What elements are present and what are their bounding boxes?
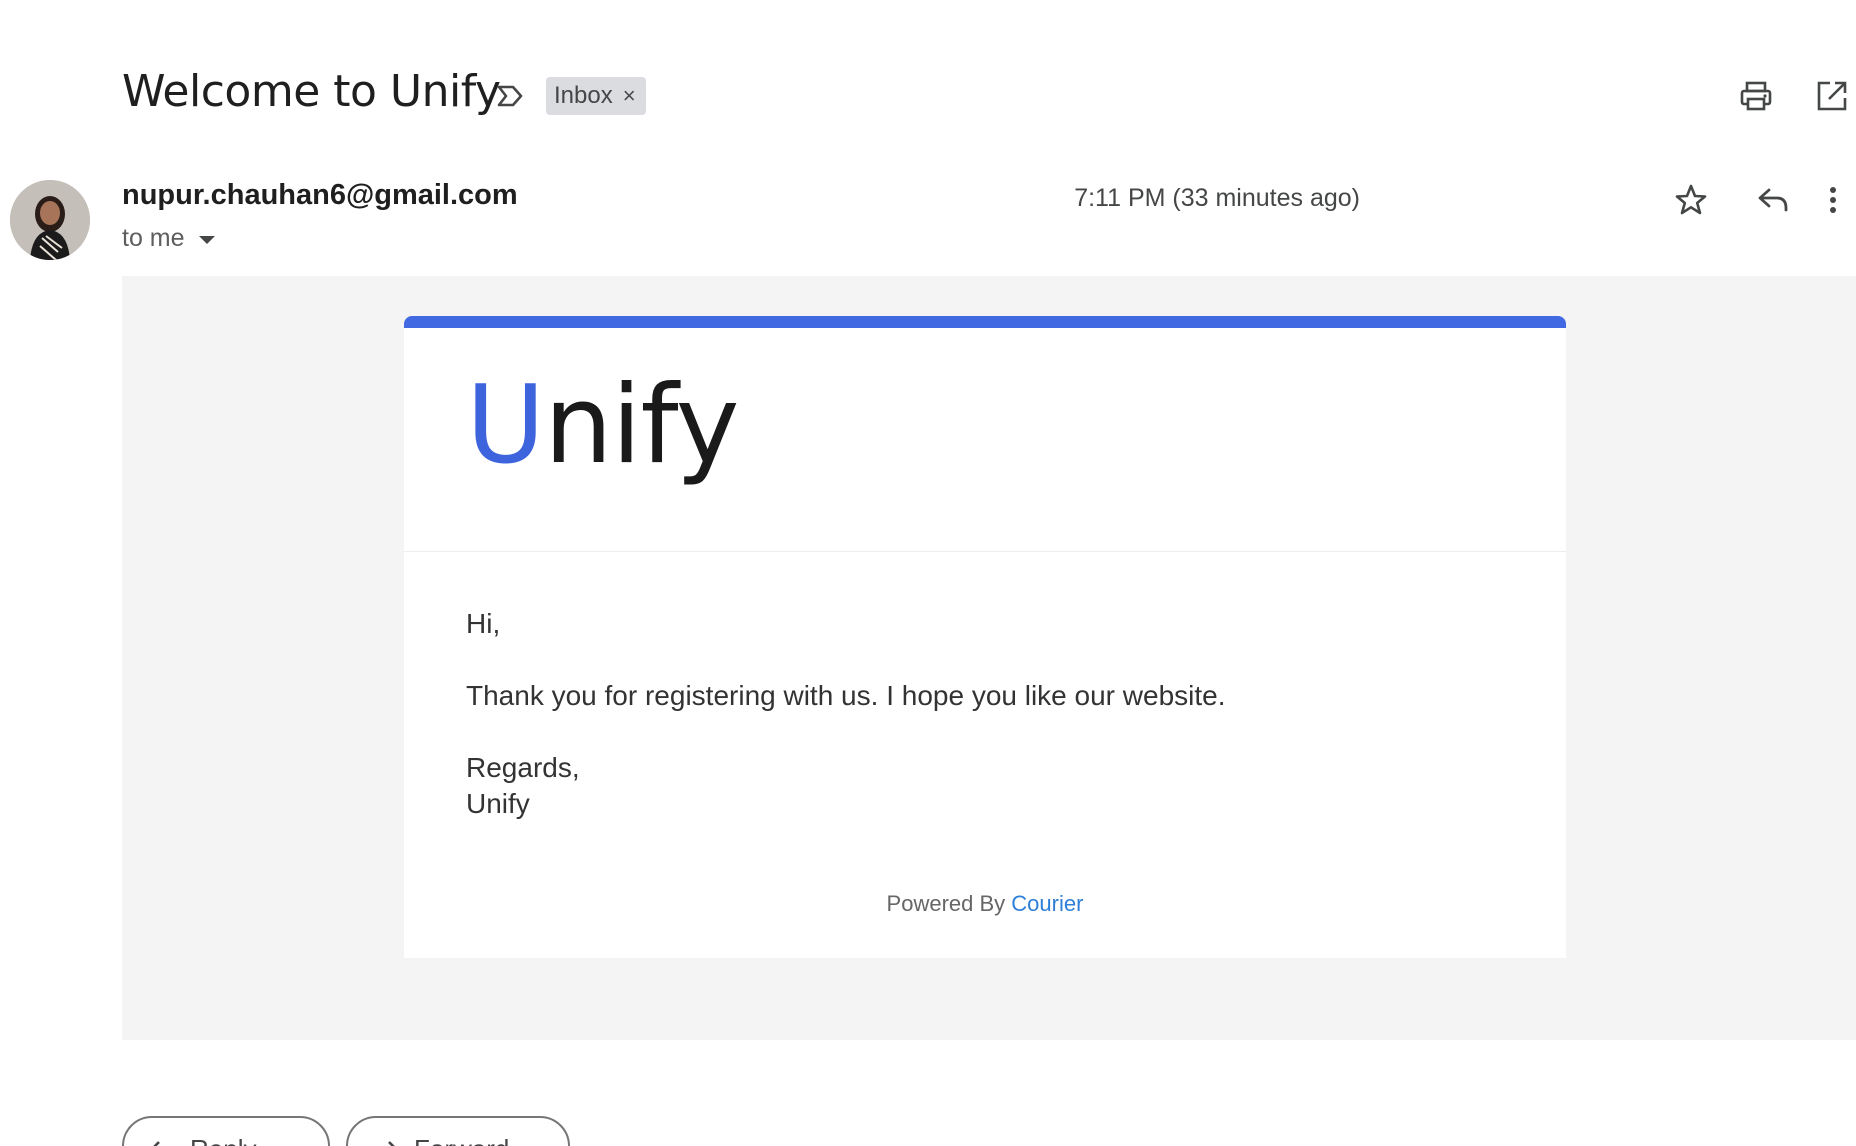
reply-icon[interactable] [1754,181,1792,219]
forward-icon [388,1141,395,1146]
forward-button-label: Forward [414,1134,509,1146]
sender-avatar[interactable] [10,180,90,260]
inbox-label-text: Inbox [554,82,613,109]
reply-button[interactable]: Reply [122,1116,330,1146]
signature: Unify [466,788,530,819]
logo-text: nify [544,363,739,488]
open-in-new-icon[interactable] [1814,78,1850,114]
more-vert-icon[interactable] [1814,181,1852,219]
reply-button-label: Reply [190,1134,256,1146]
email-view: Welcome to Unify Inbox × nupur.chauhan6@… [0,0,1856,1146]
email-message-card: Unify Hi, Thank you for registering with… [404,316,1566,958]
avatar-photo [10,180,90,260]
email-subject: Welcome to Unify [122,66,501,117]
print-icon[interactable] [1738,78,1774,114]
recipient-details[interactable]: to me [122,224,215,253]
message-paragraph: Thank you for registering with us. I hop… [466,680,1226,711]
sender-email[interactable]: nupur.chauhan6@gmail.com [122,179,518,212]
forward-button[interactable]: Forward [346,1116,570,1146]
email-timestamp: 7:11 PM (33 minutes ago) [1074,184,1360,212]
courier-link[interactable]: Courier [1011,891,1083,916]
signoff: Regards, [466,752,580,783]
star-outline-icon[interactable] [1672,181,1710,219]
recipient-label: to me [122,224,185,252]
message-body: Hi, Thank you for registering with us. I… [466,606,1226,822]
label-outline-icon[interactable] [494,80,526,112]
powered-by-footer: Powered By Courier [404,891,1566,917]
reply-icon [153,1141,160,1146]
greeting: Hi, [466,608,501,639]
unify-logo: Unify [466,372,740,480]
inbox-label-chip: Inbox × [546,77,646,115]
remove-label-icon[interactable]: × [623,85,636,107]
powered-by-text: Powered By [886,891,1006,916]
header-divider [404,551,1566,552]
logo-initial: U [466,363,545,488]
accent-bar [404,316,1566,328]
chevron-down-icon[interactable] [198,235,215,244]
